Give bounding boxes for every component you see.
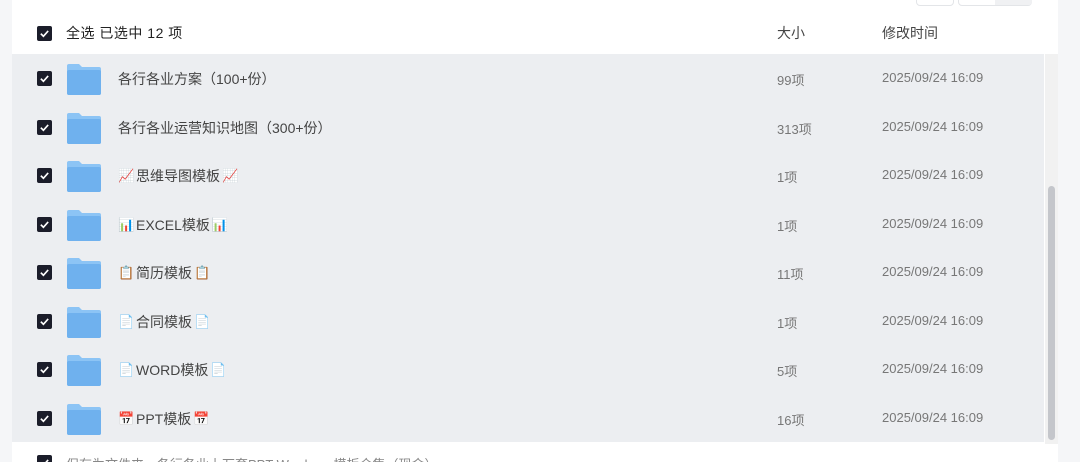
row-checkbox[interactable]	[37, 455, 52, 462]
folder-icon	[67, 355, 101, 386]
file-size: 16项	[777, 412, 805, 428]
file-name[interactable]: 📅 PPT模板 📅	[118, 409, 209, 429]
view-toggle[interactable]	[958, 0, 1032, 6]
folder-icon	[67, 209, 101, 241]
emoji-prefix: 📄	[118, 313, 135, 329]
file-name-text: 简历模板	[136, 265, 192, 281]
table-row[interactable]: 📄 WORD模板 📄 5项 2025/09/24 16:09	[12, 345, 1044, 394]
row-checkbox[interactable]	[37, 71, 52, 86]
row-checkbox[interactable]	[37, 119, 52, 135]
table-row[interactable]: 📊 EXCEL模板 📊 1项 2025/09/24 16:09	[12, 200, 1044, 249]
emoji-suffix: 📅	[193, 410, 210, 426]
emoji-suffix: 📄	[194, 313, 211, 329]
table-row[interactable]: 📅 PPT模板 📅 16项 2025/09/24 16:09	[12, 394, 1044, 443]
toolbar-strip	[12, 0, 1058, 10]
check-icon	[40, 75, 49, 83]
row-checkbox[interactable]	[37, 216, 52, 232]
modified-time: 2025/09/24 16:09	[882, 167, 984, 182]
table-row[interactable]: 各行各业方案（100+份） 99项 2025/09/24 16:09	[12, 54, 1044, 103]
column-header-modified-time[interactable]: 修改时间	[882, 23, 938, 43]
folder-icon	[67, 258, 101, 289]
file-name-text: 各行各业运营知识地图（300+份）	[118, 119, 332, 136]
file-name[interactable]: 📄 WORD模板 📄	[118, 360, 227, 380]
check-icon	[40, 220, 49, 228]
file-size: 1项	[777, 218, 798, 234]
file-size: 1项	[777, 170, 798, 185]
modified-time: 2025/09/24 16:09	[882, 215, 984, 231]
emoji-prefix: 📊	[118, 216, 135, 232]
file-name-text: 思维导图模板	[136, 168, 220, 184]
row-checkbox[interactable]	[37, 313, 52, 329]
column-header-size[interactable]: 大小	[777, 23, 805, 43]
row-checkbox[interactable]	[37, 410, 52, 426]
file-name-text: 合同模板	[136, 313, 192, 330]
check-icon	[40, 269, 49, 277]
modified-time: 2025/09/24 16:09	[882, 312, 984, 328]
file-name-text: 各行各业方案（100+份）	[118, 71, 276, 87]
check-icon	[40, 29, 49, 37]
folder-icon	[67, 112, 101, 144]
check-icon	[40, 366, 49, 374]
file-list-panel: 全选 已选中 12 项 大小 修改时间 各行各业方案（100+份） 99项 20…	[12, 0, 1058, 462]
select-all-checkbox[interactable]	[37, 25, 52, 41]
check-icon	[45, 459, 49, 462]
file-name[interactable]: 📋 简历模板 📋	[118, 263, 210, 283]
modified-time: 2025/09/24 16:09	[882, 70, 984, 85]
file-name[interactable]: 📄 合同模板 📄	[118, 312, 210, 332]
table-row[interactable]: 各行各业运营知识地图（300+份） 313项 2025/09/24 16:09	[12, 103, 1044, 152]
emoji-suffix: 📈	[222, 168, 239, 183]
file-name-text: PPT模板	[136, 410, 192, 427]
table-row[interactable]: 保存为文件夹，各行各业上万套PPT Word……模板合集（现金）	[12, 444, 1044, 462]
emoji-suffix: 📊	[211, 216, 229, 232]
folder-icon	[67, 306, 101, 338]
table-row[interactable]: 📋 简历模板 📋 11项 2025/09/24 16:09	[12, 248, 1044, 297]
check-icon	[40, 172, 49, 180]
emoji-prefix: 📈	[118, 168, 135, 183]
emoji-prefix: 📋	[118, 265, 135, 280]
emoji-prefix: 📄	[118, 362, 135, 377]
table-row[interactable]: 📈 思维导图模板 📈 1项 2025/09/24 16:09	[12, 151, 1044, 200]
row-checkbox[interactable]	[37, 168, 52, 183]
file-size: 1项	[777, 315, 798, 331]
list-header: 全选 已选中 12 项 大小 修改时间	[12, 12, 1044, 54]
modified-time: 2025/09/24 16:09	[882, 264, 984, 279]
file-size: 313项	[777, 121, 812, 137]
file-rows: 各行各业方案（100+份） 99项 2025/09/24 16:09 各行各业运…	[12, 54, 1044, 442]
folder-icon	[67, 403, 101, 435]
emoji-suffix: 📋	[194, 265, 211, 280]
modified-time: 2025/09/24 16:09	[882, 409, 984, 425]
scrollbar-thumb[interactable]	[1048, 186, 1055, 440]
row-checkbox[interactable]	[37, 362, 52, 377]
vertical-scrollbar[interactable]	[1045, 54, 1058, 444]
check-icon	[40, 317, 49, 325]
modified-time: 2025/09/24 16:09	[882, 118, 984, 134]
file-size: 99项	[777, 73, 805, 88]
emoji-suffix: 📄	[210, 362, 227, 377]
check-icon	[40, 414, 49, 422]
file-name[interactable]: 保存为文件夹，各行各业上万套PPT Word……模板合集（现金）	[66, 454, 437, 462]
row-checkbox[interactable]	[37, 265, 52, 280]
file-name[interactable]: 各行各业方案（100+份）	[118, 69, 276, 89]
file-name[interactable]: 📈 思维导图模板 📈	[118, 166, 238, 186]
check-icon	[40, 123, 49, 131]
file-name[interactable]: 各行各业运营知识地图（300+份）	[118, 118, 332, 138]
file-size: 5项	[777, 364, 798, 379]
file-name-text: WORD模板	[136, 362, 209, 378]
folder-icon	[67, 161, 101, 192]
toolbar-button[interactable]	[916, 0, 954, 6]
table-row[interactable]: 📄 合同模板 📄 1项 2025/09/24 16:09	[12, 297, 1044, 346]
modified-time: 2025/09/24 16:09	[882, 361, 984, 376]
file-size: 11项	[777, 267, 804, 282]
folder-icon	[67, 64, 101, 95]
file-name-text: EXCEL模板	[136, 216, 210, 233]
emoji-prefix: 📅	[118, 410, 135, 426]
selection-count-label: 全选 已选中 12 项	[66, 25, 183, 41]
file-name[interactable]: 📊 EXCEL模板 📊	[118, 215, 228, 235]
